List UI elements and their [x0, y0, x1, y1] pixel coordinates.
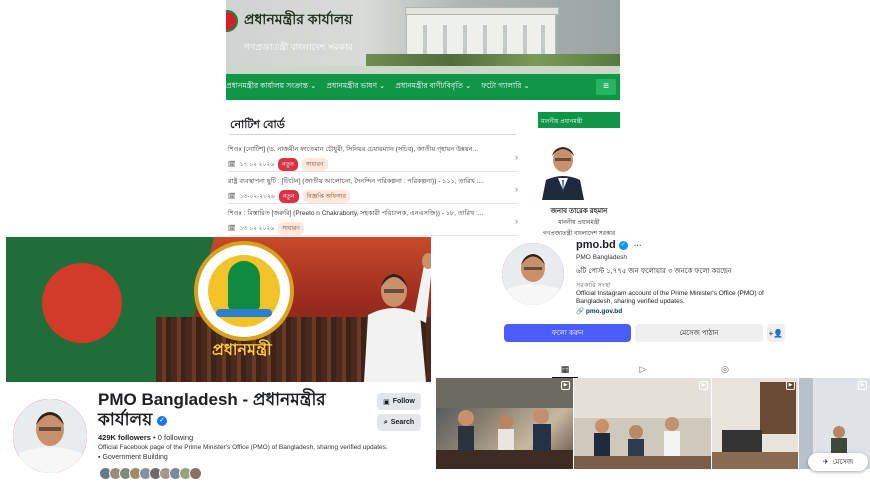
profile-avatar[interactable]: [502, 243, 564, 305]
post-thumbnail[interactable]: ▶: [712, 378, 798, 469]
followers-count[interactable]: 429K followers • 0 following: [98, 433, 193, 442]
follow-button[interactable]: ▣ Follow: [377, 393, 421, 410]
notice-board-title: নোটিশ বোর্ড: [230, 119, 285, 131]
site-title[interactable]: প্রধানমন্ত্রীর কার্যালয়: [244, 8, 352, 32]
full-name: PMO Bangladesh: [576, 254, 627, 261]
username[interactable]: pmo.bd ✓ ···: [576, 239, 642, 251]
new-badge: নতুন: [278, 158, 298, 171]
facebook-page-screenshot: প্রধানমন্ত্রী PMO Bangladesh - প্রধানমন্…: [6, 237, 431, 489]
reel-icon: ▶: [786, 381, 795, 390]
profile-tabs: ▦ ▷ ◎: [436, 361, 870, 377]
pm-waving-image: [364, 253, 431, 382]
follower-avatars: [99, 467, 202, 480]
govt-logo-icon[interactable]: [226, 10, 238, 32]
verified-badge-icon: ✓: [618, 240, 628, 250]
pm-sidebar-card: মাননীয় প্রধানমন্ত্রী জনাব তারেক রহমান ম…: [538, 112, 620, 236]
profile-stats[interactable]: ৬টি পোস্ট ১,৭৭৫ জন ফলোয়ার ৩ জনকে ফলো কর…: [576, 265, 732, 277]
government-emblem-icon: [194, 241, 294, 341]
category-badge: বিজ্ঞপ্তি অফিসার: [302, 190, 350, 203]
tagged-icon[interactable]: ◎: [718, 363, 732, 375]
pmo-website-screenshot: প্রধানমন্ত্রীর কার্যালয় গণপ্রজাতন্ত্রী …: [226, 0, 620, 236]
notice-item[interactable]: শিওঃ : বিস্তারিত [জরুরি] (Preeto n Chakr…: [228, 208, 518, 236]
search-button[interactable]: ⌕ Search: [377, 414, 421, 431]
pm-name: জনাব তারেক রহমান: [550, 208, 608, 215]
building-image: [405, 7, 559, 56]
calendar-icon: 🗓: [228, 162, 236, 168]
chevron-right-icon[interactable]: ›: [515, 216, 518, 226]
menu-icon[interactable]: ≡: [596, 79, 616, 95]
category-badge: সাধারণ: [301, 158, 328, 171]
chevron-right-icon[interactable]: ›: [515, 152, 518, 162]
notice-date: ১৭ ০২ ২০২৬: [239, 162, 275, 168]
category-badge: সাধারণ: [278, 222, 304, 235]
briefcase-icon: ▪: [98, 454, 101, 461]
nav-item-speeches[interactable]: প্রধানমন্ত্রীর ভাষণ ⌄: [326, 81, 385, 93]
post-thumbnail[interactable]: ▶: [574, 378, 711, 469]
page-category: ▪ Government Building: [98, 454, 168, 461]
page-avatar[interactable]: [10, 396, 90, 476]
reel-icon: ▶: [561, 381, 570, 390]
post-thumbnail[interactable]: ▶: [436, 378, 573, 469]
notice-item[interactable]: রাষ্ট্র ব্যবস্থাপনা ছুটি : [টিটেন] (জাতী…: [228, 176, 518, 204]
profile-photo-image: [502, 243, 564, 305]
reel-icon: ▶: [858, 381, 867, 390]
more-options-icon[interactable]: ···: [634, 241, 642, 250]
website-header-banner: প্রধানমন্ত্রীর কার্যালয় গণপ্রজাতন্ত্রী …: [226, 0, 620, 74]
verified-badge-icon: ✓: [156, 415, 167, 426]
profile-photo-image: [13, 399, 87, 473]
notice-item[interactable]: শিওঃ [নোটিশ] (ড. নাজমীন ফাতেমান চৌধুরী, …: [228, 144, 518, 172]
posts-grid-icon[interactable]: ▦: [558, 363, 572, 375]
notice-text[interactable]: শিওঃ [নোটিশ] (ড. নাজমীন ফাতেমান চৌধুরী, …: [228, 144, 500, 155]
follow-button[interactable]: ফলো করুন: [504, 324, 631, 342]
notice-date: ১৩ ০২ ২০২৬: [239, 226, 275, 232]
calendar-icon: 🗓: [228, 226, 236, 232]
nav-item-office[interactable]: প্রধানমন্ত্রীর কার্যালয় সংক্রান্ত ⌄: [226, 81, 316, 93]
messages-bar[interactable]: ✈ মেসেজ: [808, 453, 868, 471]
send-icon: ✈: [822, 459, 829, 466]
follow-icon: ▣: [383, 398, 390, 406]
page-description: Official Facebook page of the Prime Mini…: [98, 444, 388, 451]
cover-photo[interactable]: প্রধানমন্ত্রী: [6, 237, 431, 382]
pm-govt: গণপ্রজাতন্ত্রী বাংলাদেশ সরকার: [542, 231, 616, 236]
notice-date: ১৩-০২-২০২৬: [239, 194, 275, 200]
add-person-icon[interactable]: +👤: [767, 324, 785, 342]
notice-text[interactable]: রাষ্ট্র ব্যবস্থাপনা ছুটি : [টিটেন] (জাতী…: [228, 176, 500, 187]
reel-icon: ▶: [699, 381, 708, 390]
divider: [230, 134, 516, 135]
cover-text: প্রধানমন্ত্রী: [212, 342, 272, 359]
reels-icon[interactable]: ▷: [636, 363, 650, 375]
nav-item-gallery[interactable]: ফটো গ্যালারি ⌄: [481, 81, 530, 93]
chevron-right-icon[interactable]: ›: [515, 184, 518, 194]
profile-link[interactable]: 🔗 pmo.gov.bd: [576, 307, 622, 315]
sidebar-header: মাননীয় প্রধানমন্ত্রী: [538, 112, 620, 128]
calendar-icon: 🗓: [228, 194, 236, 200]
website-nav-bar: প্রধানমন্ত্রীর কার্যালয় সংক্রান্ত ⌄ প্র…: [226, 74, 620, 100]
pm-role: মাননীয় প্রধানমন্ত্রী: [558, 220, 600, 226]
posts-grid: ▶ ▶ ▶ ▶: [436, 378, 870, 489]
message-button[interactable]: মেসেজ পাঠান: [635, 324, 763, 342]
search-icon: ⌕: [383, 418, 388, 426]
page-name[interactable]: PMO Bangladesh - প্রধানমন্ত্রীর কার্যালয…: [98, 390, 328, 430]
nav-item-messages[interactable]: প্রধানমন্ত্রীর বাণী/বিবৃতি ⌄: [395, 81, 471, 93]
link-icon: 🔗: [576, 308, 585, 315]
instagram-profile-screenshot: pmo.bd ✓ ··· PMO Bangladesh ৬টি পোস্ট ১,…: [436, 237, 870, 489]
new-badge: নতুন: [278, 190, 299, 203]
pm-portrait-image: [538, 134, 588, 200]
site-subtitle: গণপ্রজাতন্ত্রী বাংলাদেশ সরকার: [244, 42, 353, 52]
profile-bio: Official Instagram account of the Prime …: [576, 290, 764, 305]
notice-text[interactable]: শিওঃ : বিস্তারিত [জরুরি] (Preeto n Chakr…: [228, 208, 500, 219]
